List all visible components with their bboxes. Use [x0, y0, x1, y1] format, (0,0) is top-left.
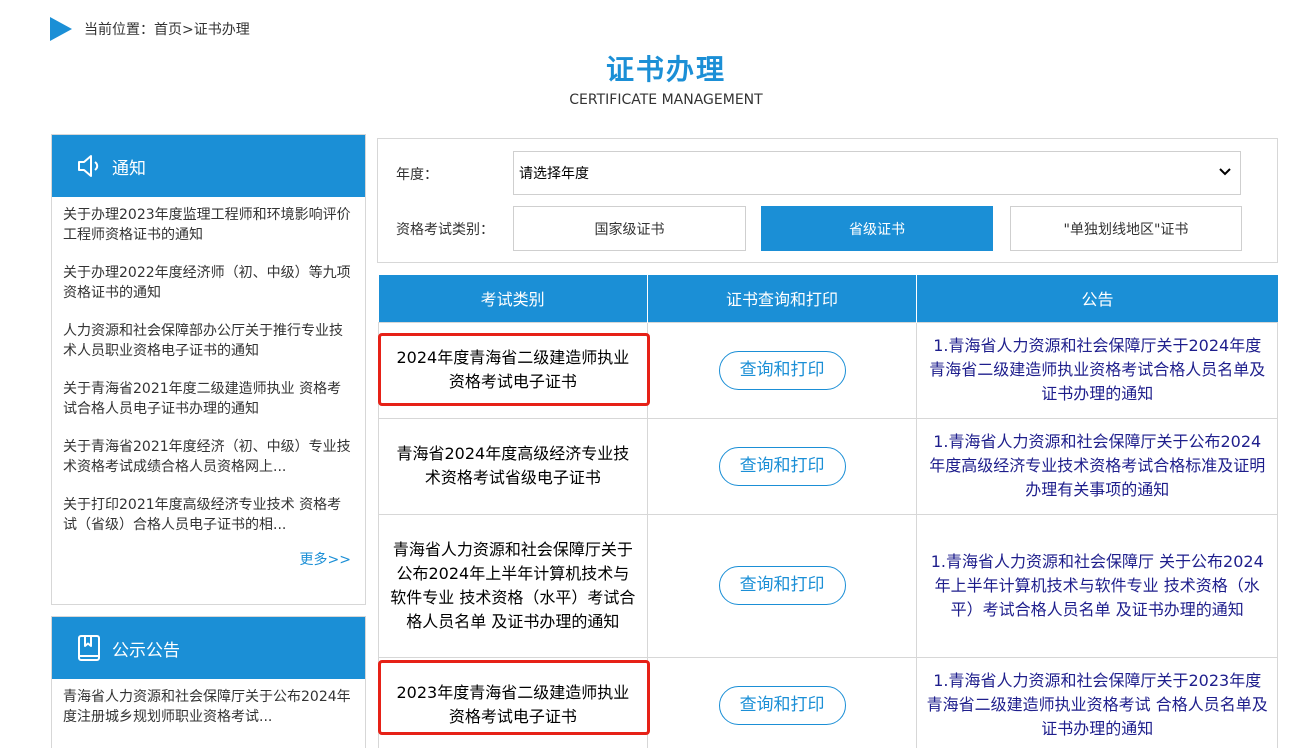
certificate-table: 考试类别 证书查询和打印 公告 2024年度青海省二级建造师执业资格考试电子证书… [378, 275, 1278, 748]
notice-link[interactable]: 1.青海省人力资源和社会保障厅 关于公布2024年上半年计算机技术与软件专业 技… [931, 552, 1264, 619]
speaker-icon [74, 151, 104, 181]
year-label: 年度： [396, 167, 438, 183]
notice-cell: 1.青海省人力资源和社会保障厅 关于公布2024年上半年计算机技术与软件专业 技… [916, 513, 1278, 658]
action-cell: 查询和打印 [646, 656, 918, 748]
bookmark-book-icon [74, 633, 104, 663]
announce-panel-title: 公示公告 [112, 640, 180, 661]
notice-item[interactable]: 关于办理2022年度经济师（初、中级）等九项资格证书的通知 [63, 263, 355, 303]
query-print-button[interactable]: 查询和打印 [718, 350, 846, 390]
query-print-button[interactable]: 查询和打印 [718, 685, 846, 725]
notice-link[interactable]: 1.青海省人力资源和社会保障厅关于2024年度青海省二级建造师执业资格考试合格人… [929, 336, 1265, 403]
special-region-cert-button[interactable]: "单独划线地区"证书 [1010, 206, 1242, 251]
announce-panel: 公示公告 青海省人力资源和社会保障厅关于公布2024年度注册城乡规划师职业资格考… [51, 616, 366, 748]
action-cell: 查询和打印 [646, 513, 918, 658]
announce-list: 青海省人力资源和社会保障厅关于公布2024年度注册城乡规划师职业资格考试... [52, 679, 365, 727]
notice-cell: 1.青海省人力资源和社会保障厅关于2024年度青海省二级建造师执业资格考试合格人… [916, 321, 1278, 419]
breadcrumb: 当前位置：首页>证书办理 [50, 16, 250, 42]
table-row: 2023年度青海省二级建造师执业资格考试电子证书 查询和打印 1.青海省人力资源… [378, 656, 1278, 748]
breadcrumb-text: 当前位置：首页>证书办理 [84, 19, 250, 39]
notice-item[interactable]: 关于青海省2021年度经济（初、中级）专业技术资格考试成绩合格人员资格网上... [63, 437, 355, 477]
filter-panel: 年度： 请选择年度 资格考试类别： 国家级证书 省级证书 "单独划线地区"证书 [377, 138, 1278, 263]
exam-category-cell: 青海省人力资源和社会保障厅关于公布2024年上半年计算机技术与软件专业 技术资格… [378, 513, 648, 658]
notice-panel-header: 通知 [52, 135, 365, 197]
notice-panel: 通知 关于办理2023年度监理工程师和环境影响评价工程师资格证书的通知 关于办理… [51, 134, 366, 605]
column-header: 考试类别 [378, 275, 648, 322]
page-title: 证书办理 [605, 53, 726, 86]
year-select[interactable]: 请选择年度 [513, 151, 1241, 195]
breadcrumb-separator: > [182, 22, 194, 38]
announce-panel-header: 公示公告 [52, 617, 365, 679]
page-subtitle: CERTIFICATE MANAGEMENT [569, 92, 763, 108]
action-cell: 查询和打印 [646, 417, 918, 515]
location-arrow-icon [50, 17, 72, 41]
column-header: 证书查询和打印 [647, 275, 918, 322]
exam-category-cell: 2023年度青海省二级建造师执业资格考试电子证书 [378, 656, 648, 748]
notice-item[interactable]: 关于打印2021年度高级经济专业技术 资格考试（省级）合格人员电子证书的相... [63, 495, 355, 535]
notice-item[interactable]: 关于青海省2021年度二级建造师执业 资格考试合格人员电子证书办理的通知 [63, 379, 355, 419]
exam-category-cell: 青海省2024年度高级经济专业技术资格考试省级电子证书 [378, 417, 648, 515]
table-header-row: 考试类别 证书查询和打印 公告 [378, 275, 1278, 322]
table-row: 青海省2024年度高级经济专业技术资格考试省级电子证书 查询和打印 1.青海省人… [378, 417, 1278, 515]
exam-category-cell: 2024年度青海省二级建造师执业资格考试电子证书 [378, 321, 648, 419]
notice-panel-title: 通知 [112, 158, 146, 179]
notice-link[interactable]: 1.青海省人力资源和社会保障厅关于公布2024年度高级经济专业技术资格考试合格标… [929, 432, 1265, 499]
breadcrumb-home-link[interactable]: 首页 [154, 22, 182, 38]
query-print-button[interactable]: 查询和打印 [718, 566, 846, 605]
table-row: 2024年度青海省二级建造师执业资格考试电子证书 查询和打印 1.青海省人力资源… [378, 321, 1278, 419]
notice-item[interactable]: 人力资源和社会保障部办公厅关于推行专业技术人员职业资格电子证书的通知 [63, 321, 355, 361]
notice-cell: 1.青海省人力资源和社会保障厅关于2023年度青海省二级建造师执业资格考试 合格… [916, 656, 1278, 748]
breadcrumb-current: 证书办理 [193, 22, 250, 38]
chevron-down-icon [1218, 165, 1232, 181]
breadcrumb-prefix: 当前位置： [84, 22, 154, 38]
provincial-cert-button[interactable]: 省级证书 [761, 206, 993, 251]
exam-type-label: 资格考试类别： [396, 222, 494, 238]
action-cell: 查询和打印 [646, 321, 918, 419]
notice-list: 关于办理2023年度监理工程师和环境影响评价工程师资格证书的通知 关于办理202… [52, 197, 365, 569]
year-select-value: 请选择年度 [519, 166, 589, 182]
column-header: 公告 [916, 275, 1278, 322]
notice-link[interactable]: 1.青海省人力资源和社会保障厅关于2023年度青海省二级建造师执业资格考试 合格… [927, 671, 1268, 738]
notice-item[interactable]: 关于办理2023年度监理工程师和环境影响评价工程师资格证书的通知 [63, 205, 355, 245]
notice-cell: 1.青海省人力资源和社会保障厅关于公布2024年度高级经济专业技术资格考试合格标… [916, 417, 1278, 515]
query-print-button[interactable]: 查询和打印 [718, 446, 846, 486]
more-link[interactable]: 更多>> [63, 549, 355, 569]
table-row: 青海省人力资源和社会保障厅关于公布2024年上半年计算机技术与软件专业 技术资格… [378, 513, 1278, 658]
announce-item[interactable]: 青海省人力资源和社会保障厅关于公布2024年度注册城乡规划师职业资格考试... [63, 687, 355, 727]
national-cert-button[interactable]: 国家级证书 [513, 206, 746, 251]
